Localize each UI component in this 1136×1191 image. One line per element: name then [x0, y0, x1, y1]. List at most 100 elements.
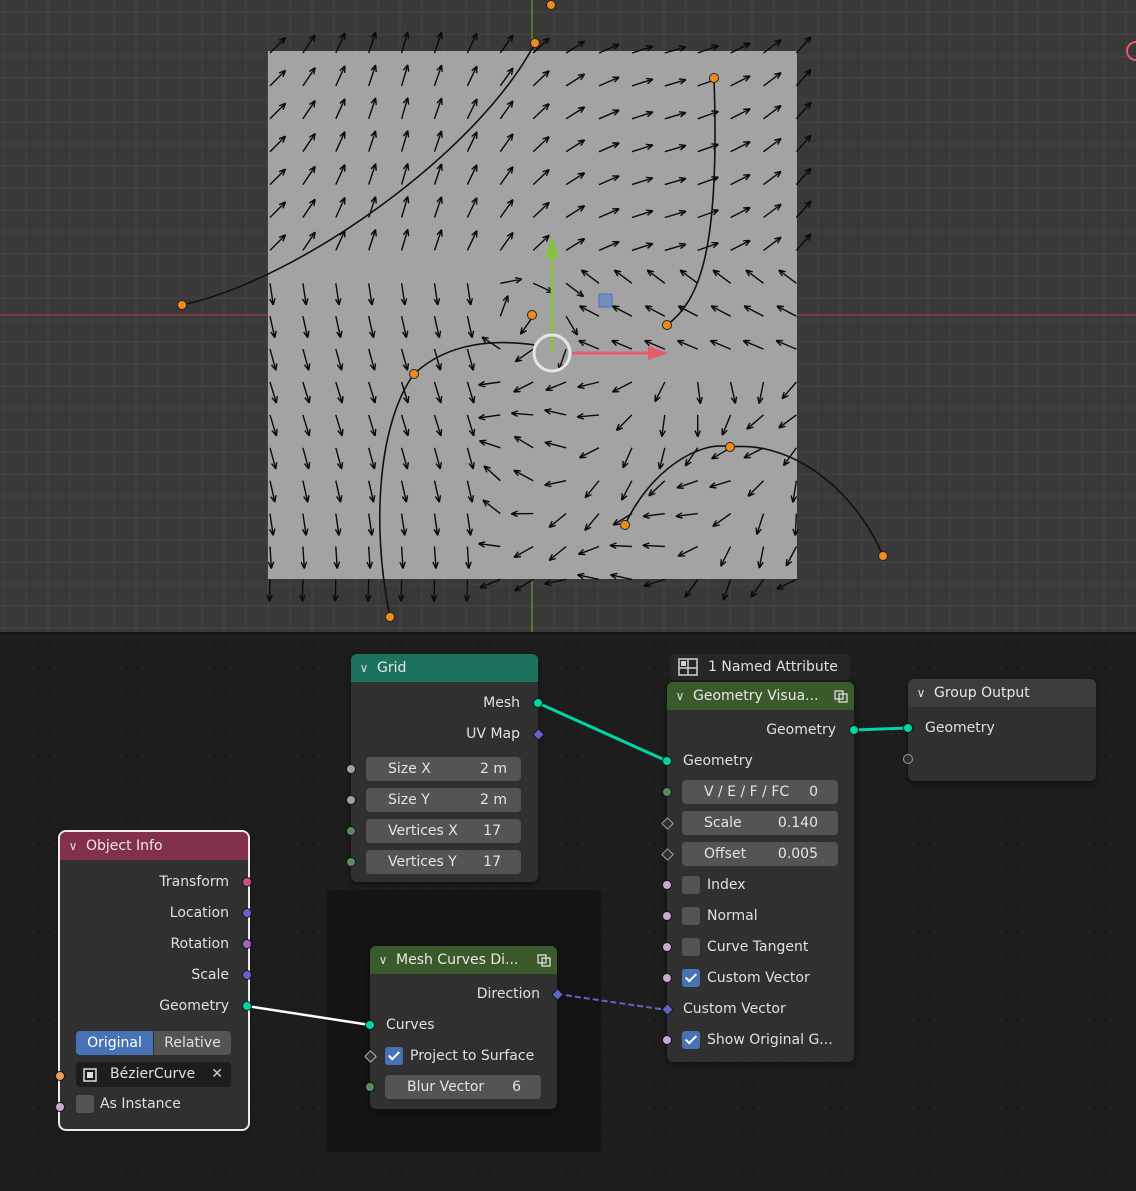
- size-y-field[interactable]: Size Y2 m: [366, 788, 521, 812]
- control-point-10: [878, 551, 888, 561]
- blur-vector-socket[interactable]: [365, 1082, 375, 1092]
- chevron-down-icon[interactable]: ∨: [908, 679, 934, 707]
- location-socket[interactable]: [242, 908, 252, 918]
- as-instance-label: As Instance: [100, 1096, 181, 1112]
- index-checkbox[interactable]: [682, 876, 700, 894]
- control-point-2: [546, 0, 556, 10]
- geometry-socket[interactable]: [242, 1001, 252, 1011]
- object-info-title: Object Info: [86, 838, 163, 854]
- node-group-icon[interactable]: [834, 689, 848, 703]
- location-label: Location: [169, 905, 229, 921]
- 3d-viewport[interactable]: [0, 0, 1136, 632]
- index-label: Index: [707, 877, 746, 893]
- mesh-curves-direction-node[interactable]: ∨ Mesh Curves Di... Direction Curves Proj…: [370, 946, 557, 1109]
- project-to-surface-checkbox[interactable]: [385, 1047, 403, 1065]
- object-info-header[interactable]: ∨ Object Info: [60, 832, 248, 860]
- group-output-title: Group Output: [934, 685, 1030, 701]
- transform-socket[interactable]: [242, 877, 252, 887]
- link-geometry-to-output: [853, 726, 909, 732]
- grid-mesh-label: Mesh: [483, 695, 520, 711]
- size-x-socket[interactable]: [346, 764, 356, 774]
- mode-socket[interactable]: [662, 787, 672, 797]
- control-point-8: [620, 520, 630, 530]
- size-x-field[interactable]: Size X2 m: [366, 757, 521, 781]
- mesh-curves-title: Mesh Curves Di...: [396, 952, 519, 968]
- relative-option[interactable]: Relative: [154, 1031, 231, 1055]
- visualizer-geometry-in-socket[interactable]: [662, 756, 672, 766]
- chevron-down-icon[interactable]: ∨: [667, 682, 693, 710]
- clear-icon[interactable]: ✕: [211, 1062, 223, 1087]
- control-point-0: [177, 300, 187, 310]
- grid-node-header[interactable]: ∨ Grid: [351, 654, 538, 682]
- object-info-node[interactable]: ∨ Object Info Transform Location Rotation…: [58, 830, 250, 1131]
- group-output-header[interactable]: ∨ Group Output: [908, 679, 1096, 707]
- original-option[interactable]: Original: [76, 1031, 153, 1055]
- vertices-x-field[interactable]: Vertices X 17: [366, 819, 521, 843]
- direction-label: Direction: [476, 986, 540, 1002]
- normal-label: Normal: [707, 908, 758, 924]
- curves-socket[interactable]: [365, 1020, 375, 1030]
- viewport-canvas[interactable]: [0, 0, 1136, 632]
- as-instance-socket[interactable]: [55, 1102, 65, 1112]
- vertices-x-socket[interactable]: [346, 826, 356, 836]
- mesh-curves-header[interactable]: ∨ Mesh Curves Di...: [370, 946, 557, 974]
- object-socket[interactable]: [55, 1071, 65, 1081]
- curves-label: Curves: [386, 1017, 435, 1033]
- show-original-checkbox[interactable]: [682, 1031, 700, 1049]
- scale-socket[interactable]: [242, 970, 252, 980]
- visualizer-geometry-out-socket[interactable]: [849, 725, 859, 735]
- curve-tangent-socket[interactable]: [662, 942, 672, 952]
- object-icon: [83, 1068, 97, 1082]
- geometry-visualizer-node[interactable]: ∨ Geometry Visua... Geometry Geometry V /…: [667, 682, 854, 1062]
- chevron-down-icon[interactable]: ∨: [60, 832, 86, 860]
- chevron-down-icon[interactable]: ∨: [370, 946, 396, 974]
- vertices-y-socket[interactable]: [346, 857, 356, 867]
- group-output-empty-socket[interactable]: [903, 754, 913, 764]
- size-y-socket[interactable]: [346, 795, 356, 805]
- show-original-socket[interactable]: [662, 1035, 672, 1045]
- transform-label: Transform: [159, 874, 229, 890]
- geometry-label: Geometry: [159, 998, 229, 1014]
- rotation-socket[interactable]: [242, 939, 252, 949]
- control-point-6: [709, 73, 719, 83]
- group-output-node[interactable]: ∨ Group Output Geometry: [908, 679, 1096, 781]
- control-point-1: [530, 38, 540, 48]
- transform-space-toggle[interactable]: Original Relative: [76, 1031, 231, 1055]
- named-attribute-icon: [678, 658, 698, 676]
- scale-field[interactable]: Scale 0.140: [682, 811, 838, 835]
- object-selector[interactable]: BézierCurve ✕: [76, 1062, 231, 1087]
- custom-vector-checkbox[interactable]: [682, 969, 700, 987]
- group-output-geometry-socket[interactable]: [903, 723, 913, 733]
- geometry-visualizer-header[interactable]: ∨ Geometry Visua...: [667, 682, 854, 710]
- custom-vector-toggle-socket[interactable]: [662, 973, 672, 983]
- node-group-icon[interactable]: [537, 953, 551, 967]
- normal-checkbox[interactable]: [682, 907, 700, 925]
- group-output-geometry-label: Geometry: [925, 720, 995, 736]
- show-original-label: Show Original G...: [707, 1032, 833, 1048]
- as-instance-checkbox[interactable]: [76, 1095, 94, 1113]
- named-attribute-tag[interactable]: 1 Named Attribute: [670, 654, 850, 680]
- index-socket[interactable]: [662, 880, 672, 890]
- geometry-visualizer-title: Geometry Visua...: [693, 688, 819, 704]
- offset-field[interactable]: Offset 0.005: [682, 842, 838, 866]
- link-direction-to-custom-vector: [556, 993, 668, 1011]
- control-point-7: [385, 612, 395, 622]
- control-point-5: [662, 320, 672, 330]
- grid-node[interactable]: ∨ Grid Mesh UV Map Size X2 m Size Y2 m Ve…: [351, 654, 538, 882]
- scale-label: Scale: [191, 967, 229, 983]
- project-to-surface-label: Project to Surface: [410, 1048, 535, 1064]
- vertices-y-field[interactable]: Vertices Y 17: [366, 850, 521, 874]
- visualizer-geometry-out-label: Geometry: [766, 722, 836, 738]
- blur-vector-field[interactable]: Blur Vector 6: [385, 1075, 541, 1099]
- mode-field[interactable]: V / E / F / FC 0: [682, 780, 838, 804]
- curve-tangent-checkbox[interactable]: [682, 938, 700, 956]
- chevron-down-icon[interactable]: ∨: [351, 654, 377, 682]
- node-editor[interactable]: ∨ Grid Mesh UV Map Size X2 m Size Y2 m Ve…: [0, 635, 1136, 1191]
- grid-mesh-socket[interactable]: [533, 698, 543, 708]
- visualizer-geometry-in-label: Geometry: [683, 753, 753, 769]
- normal-socket[interactable]: [662, 911, 672, 921]
- navigation-gizmo-x: [1126, 41, 1136, 61]
- link-mesh-to-geometry: [537, 701, 668, 763]
- curve-tangent-label: Curve Tangent: [707, 939, 809, 955]
- grid-node-title: Grid: [377, 660, 407, 676]
